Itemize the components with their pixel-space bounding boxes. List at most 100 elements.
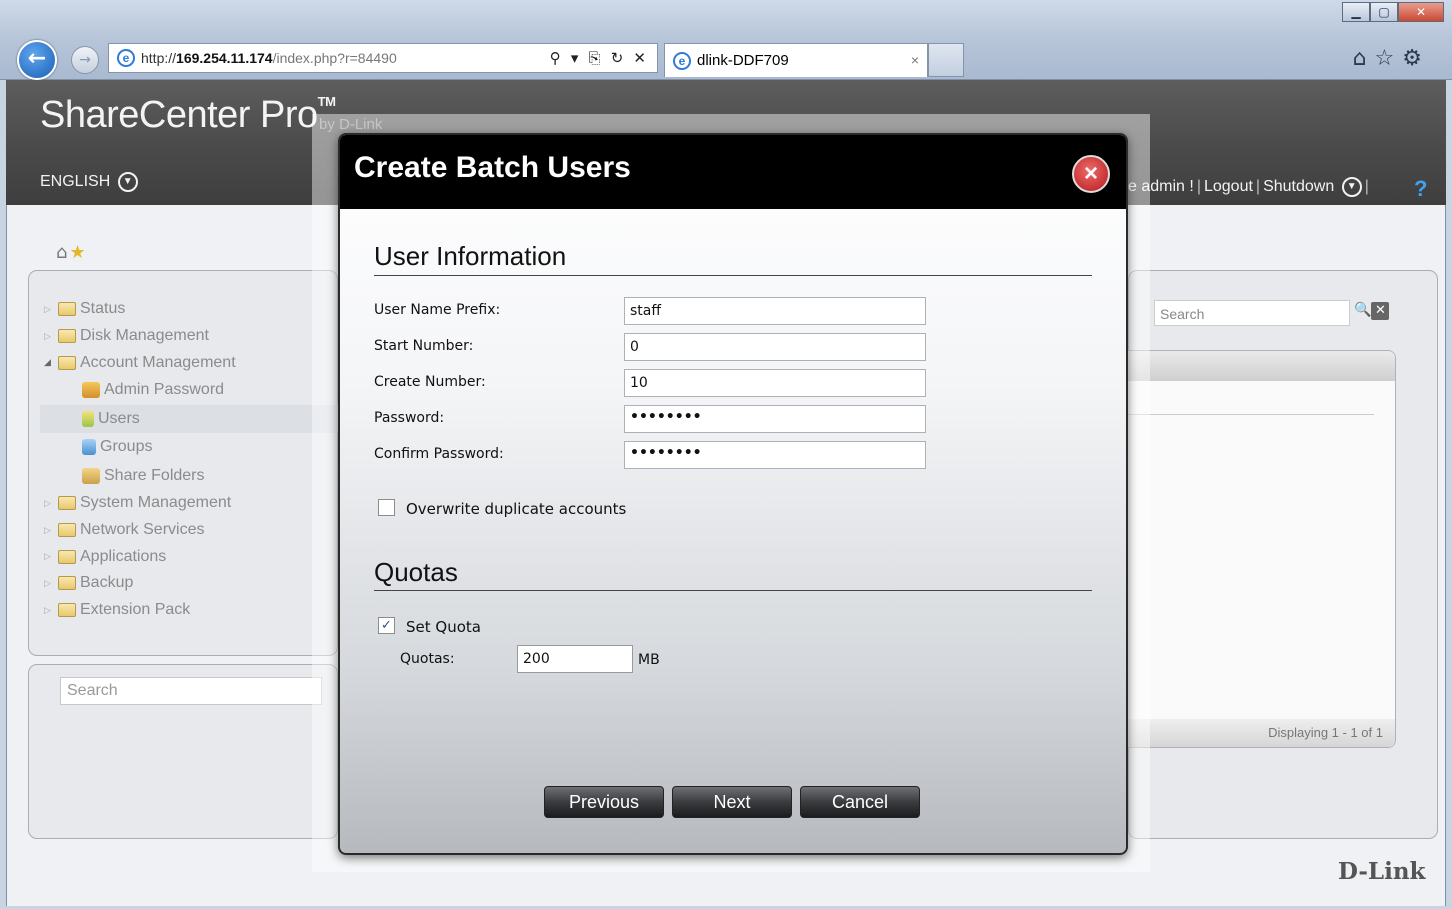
window-controls: ▁ ▢ ✕ [1342, 2, 1444, 22]
brand-name: ShareCenter Pro [40, 94, 318, 136]
minimize-button[interactable]: ▁ [1342, 2, 1370, 22]
nav-search-input[interactable]: Search [60, 677, 322, 705]
nav-item-status[interactable]: ▷ Status [44, 296, 340, 323]
nav-label: Disk Management [80, 327, 209, 345]
nav-item-backup[interactable]: ▷ Backup [44, 570, 340, 597]
nav-label: Network Services [80, 521, 205, 539]
tab-title: dlink-DDF709 [697, 52, 789, 69]
help-icon[interactable]: ? [1414, 178, 1436, 200]
search-buttons: 🔍 ✕ [1354, 302, 1390, 320]
new-tab-button[interactable] [928, 43, 964, 77]
grid-header [1128, 351, 1395, 381]
users-grid: Displaying 1 - 1 of 1 [1128, 350, 1396, 748]
start-number-label: Start Number: [374, 338, 474, 354]
shutdown-chevron-icon[interactable]: ▼ [1341, 177, 1362, 197]
quota-size-input[interactable]: 200 [517, 645, 633, 673]
cancel-button[interactable]: Cancel [800, 786, 920, 818]
maximize-button[interactable]: ▢ [1370, 2, 1398, 22]
search-icon[interactable]: 🔍 [1354, 302, 1371, 318]
language-selector[interactable]: ENGLISH ▼ [40, 172, 138, 192]
url-host: 169.254.11.174 [176, 50, 273, 66]
create-number-input[interactable]: 10 [624, 369, 926, 397]
nav-item-groups[interactable]: Groups [44, 433, 340, 462]
url-path: /index.php?r=84490 [272, 50, 397, 66]
user-name-prefix-input[interactable]: staff [624, 297, 926, 325]
password-input[interactable]: •••••••• [624, 405, 926, 433]
section-divider [374, 275, 1092, 276]
nav-label: Admin Password [104, 381, 225, 399]
nav-item-disk-management[interactable]: ▷ Disk Management [44, 323, 340, 350]
previous-button[interactable]: Previous [544, 786, 664, 818]
address-bar[interactable]: e http://169.254.11.174/index.php?r=8449… [108, 43, 658, 73]
overwrite-duplicates-checkbox[interactable] [378, 499, 395, 516]
nav-tree: ▷ Status ▷ Disk Management ◢ Account Manage… [40, 296, 340, 624]
home-icon[interactable]: ⌂ [1353, 46, 1375, 71]
create-batch-users-dialog: Create Batch Users × User Information Us… [338, 133, 1128, 855]
address-tools-icons[interactable]: ⚲ ▾ ⎘ ↻ ✕ [550, 49, 649, 67]
nav-label: Backup [80, 574, 134, 592]
browser-tab[interactable]: e dlink-DDF709 × [664, 43, 928, 77]
folder-icon [58, 603, 76, 618]
user-search-input[interactable]: Search [1154, 300, 1350, 326]
logout-link[interactable]: Logout [1204, 178, 1253, 195]
quota-unit: MB [638, 652, 660, 668]
favorites-star-icon[interactable]: ☆ [1375, 46, 1403, 71]
folder-open-icon [58, 355, 76, 370]
nav-item-share-folders[interactable]: Share Folders [44, 462, 340, 491]
user-information-heading: User Information [374, 241, 567, 271]
set-quota-checkbox[interactable]: ✓ [378, 617, 395, 634]
chevron-down-icon: ▼ [117, 172, 138, 192]
settings-gear-icon[interactable]: ⚙ [1402, 46, 1430, 71]
expand-triangle-icon: ▷ [44, 303, 51, 314]
share-folder-icon [82, 467, 100, 484]
user-menu: e admin ! | Logout | Shutdown ▼ | [1128, 177, 1369, 197]
folder-icon [58, 496, 76, 511]
nav-item-admin-password[interactable]: Admin Password [44, 376, 340, 405]
ie-tab-icon: e [673, 51, 691, 70]
home-crumb-icon[interactable]: ⌂ [56, 242, 69, 263]
folder-icon [58, 302, 76, 317]
nav-item-applications[interactable]: ▷ Applications [44, 543, 340, 570]
forward-arrow-icon[interactable]: → [71, 46, 99, 74]
nav-item-users[interactable]: Users [40, 404, 340, 434]
favorite-star-icon[interactable]: ★ [69, 242, 87, 263]
close-icon[interactable]: × [1072, 155, 1110, 193]
quotas-label: Quotas: [400, 651, 455, 667]
start-number-input[interactable]: 0 [624, 333, 926, 361]
collapse-triangle-icon: ◢ [44, 357, 51, 368]
breadcrumb: ⌂★ [56, 242, 88, 263]
tab-close-icon[interactable]: × [911, 52, 919, 68]
table-row[interactable] [1128, 381, 1374, 415]
language-label: ENGLISH [40, 173, 111, 191]
confirm-password-input[interactable]: •••••••• [624, 441, 926, 469]
dlink-logo: D-Link [1338, 858, 1426, 885]
group-icon [82, 439, 96, 456]
nav-item-network-services[interactable]: ▷ Network Services [44, 517, 340, 544]
grid-pagination-info: Displaying 1 - 1 of 1 [1128, 719, 1395, 747]
create-number-label: Create Number: [374, 374, 486, 390]
close-window-button[interactable]: ✕ [1398, 2, 1444, 22]
nav-label: Account Management [80, 353, 236, 371]
overwrite-duplicates-label: Overwrite duplicate accounts [406, 500, 627, 518]
nav-item-system-management[interactable]: ▷ System Management [44, 490, 340, 517]
next-button[interactable]: Next [672, 786, 792, 818]
clear-search-icon[interactable]: ✕ [1371, 302, 1390, 320]
nav-label: Share Folders [104, 466, 205, 484]
folder-icon [58, 523, 76, 538]
expand-triangle-icon: ▷ [44, 524, 51, 535]
folder-icon [58, 549, 76, 564]
nav-item-extension-pack[interactable]: ▷ Extension Pack [44, 597, 340, 624]
nav-label: Applications [80, 547, 167, 565]
admin-password-icon [82, 382, 100, 399]
nav-label: Groups [100, 438, 153, 456]
url-prefix: http:// [141, 50, 177, 66]
shutdown-menu[interactable]: Shutdown [1263, 178, 1334, 195]
folder-icon [58, 576, 76, 591]
nav-label: Extension Pack [80, 601, 191, 619]
password-label: Password: [374, 410, 445, 426]
expand-triangle-icon: ▷ [44, 551, 51, 562]
user-name-prefix-label: User Name Prefix: [374, 302, 501, 318]
back-arrow-icon[interactable]: ← [17, 40, 57, 80]
section-divider [374, 590, 1092, 591]
nav-item-account-management[interactable]: ◢ Account Management [44, 349, 340, 376]
